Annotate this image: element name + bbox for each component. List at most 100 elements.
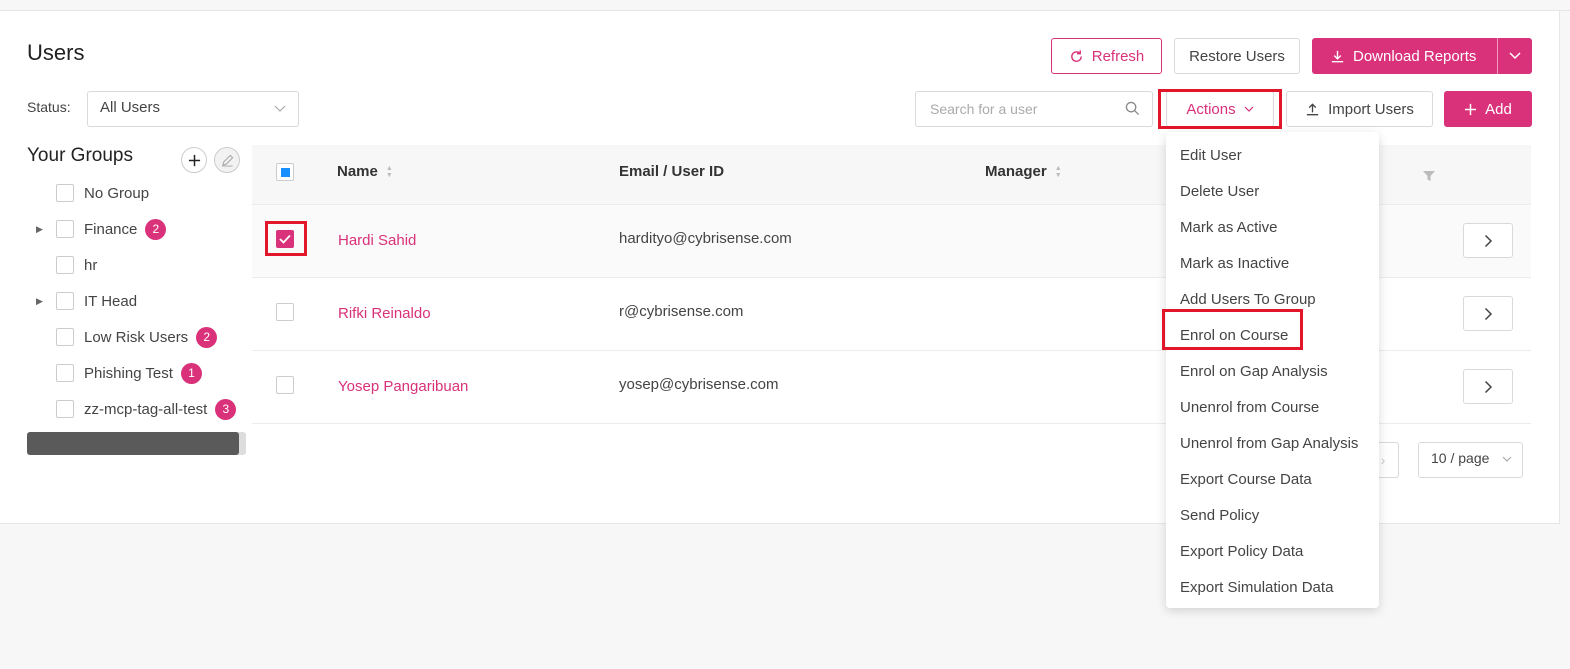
status-select-value: All Users [100,99,161,116]
add-group-button[interactable] [181,147,207,173]
page-size-select[interactable]: 10 / page [1418,442,1523,478]
top-bar [0,0,1570,11]
status-select[interactable]: All Users [87,91,299,127]
user-name-link[interactable]: Rifki Reinaldo [338,305,431,322]
group-checkbox[interactable] [56,220,74,238]
edit-group-button[interactable] [214,147,240,173]
add-user-button[interactable]: Add [1444,91,1532,127]
actions-highlight-box [1158,89,1282,129]
arrow-right-icon [1484,380,1492,393]
group-count-badge: 2 [145,218,167,240]
view-user-button[interactable] [1463,296,1513,331]
refresh-icon [1070,49,1082,62]
group-item[interactable]: ▶ IT Head [27,289,247,313]
page-title: Users [27,40,85,65]
refresh-label: Refresh [1091,47,1145,65]
group-label: zz-mcp-tag-all-test [84,400,208,418]
sort-icon[interactable]: ▲ ▼ [386,165,393,179]
user-email: r@cybrisense.com [619,303,744,320]
group-item[interactable]: Phishing Test 1 [27,361,247,385]
import-users-label: Import Users [1328,100,1414,118]
actions-menu-item[interactable]: Mark as Inactive [1166,246,1379,282]
actions-menu-item[interactable]: Send Policy [1166,498,1379,534]
download-reports-label: Download Reports [1353,47,1477,65]
user-name-link[interactable]: Hardi Sahid [338,232,416,249]
edit-icon [221,154,233,167]
chevron-down-icon [1509,52,1521,60]
arrow-right-icon [1484,234,1492,247]
name-column-label: Name [337,163,378,180]
search-input[interactable] [916,92,1106,126]
email-column-header: Email / User ID [619,163,724,180]
group-label: hr [84,256,98,274]
group-checkbox[interactable] [56,184,74,202]
filter-icon[interactable] [1423,169,1435,185]
group-checkbox[interactable] [56,364,74,382]
group-count-badge: 3 [215,398,237,420]
name-column-header[interactable]: Name ▲ ▼ [337,163,393,180]
search-box [915,91,1153,127]
group-checkbox[interactable] [56,256,74,274]
user-email: yosep@cybrisense.com [619,376,779,393]
group-checkbox[interactable] [56,328,74,346]
search-icon[interactable] [1125,101,1140,119]
download-icon [1331,50,1344,62]
group-item[interactable]: hr [27,253,247,277]
select-all-checkbox[interactable] [276,163,294,181]
row-checkbox-highlight-box [265,221,307,256]
row-checkbox[interactable] [276,303,294,321]
actions-menu-item[interactable]: Enrol on Gap Analysis [1166,354,1379,390]
page-size-value: 10 / page [1431,450,1490,466]
actions-menu-item[interactable]: Export Simulation Data [1166,570,1379,606]
add-label: Add [1485,100,1512,118]
actions-menu-item[interactable]: Delete User [1166,174,1379,210]
actions-menu-item[interactable]: Mark as Active [1166,210,1379,246]
group-label: Phishing Test [84,364,173,382]
actions-menu-item[interactable]: Export Policy Data [1166,534,1379,570]
group-checkbox[interactable] [56,292,74,310]
actions-menu-item[interactable]: Edit User [1166,138,1379,174]
caret-right-icon[interactable]: ▶ [36,224,46,235]
restore-users-button[interactable]: Restore Users [1174,38,1300,74]
plus-icon [188,154,200,166]
group-item[interactable]: Low Risk Users 2 [27,325,247,349]
group-checkbox[interactable] [56,400,74,418]
group-count-badge: 1 [180,362,202,384]
caret-right-icon[interactable]: ▶ [36,296,46,307]
refresh-button[interactable]: Refresh [1051,38,1162,74]
upload-icon [1306,102,1319,115]
groups-title: Your Groups [27,145,133,166]
import-users-button[interactable]: Import Users [1286,91,1433,127]
group-label: IT Head [84,292,138,310]
manager-column-header[interactable]: Manager ▲ ▼ [985,163,1062,180]
view-user-button[interactable] [1463,369,1513,404]
actions-menu-item[interactable]: Export Course Data [1166,462,1379,498]
actions-menu-item[interactable]: Unenrol from Gap Analysis [1166,426,1379,462]
plus-icon [1465,103,1477,115]
enrol-course-highlight-box [1162,309,1303,350]
download-dropdown-toggle[interactable] [1498,38,1532,74]
row-checkbox[interactable] [276,376,294,394]
email-column-label: Email / User ID [619,163,725,180]
actions-menu-item[interactable]: Unenrol from Course [1166,390,1379,426]
actions-dropdown-menu: Edit User Delete User Mark as Active Mark a… [1166,132,1379,608]
group-item[interactable]: No Group [27,181,247,205]
group-label: Finance [84,220,138,238]
group-item[interactable]: zz-mcp-tag-all-test 3 [27,397,247,421]
group-label: No Group [84,184,150,202]
status-label: Status: [27,99,71,115]
chevron-down-icon [274,102,286,116]
group-count-badge: 2 [196,326,218,348]
sort-icon[interactable]: ▲ ▼ [1055,165,1062,179]
user-email: hardityo@cybrisense.com [619,230,792,247]
groups-scrollbar[interactable] [27,432,246,455]
user-name-link[interactable]: Yosep Pangaribuan [338,378,468,395]
restore-users-label: Restore Users [1189,47,1285,65]
manager-column-label: Manager [985,163,1047,180]
group-label: Low Risk Users [84,328,189,346]
chevron-down-icon [1502,455,1512,466]
arrow-right-icon [1484,307,1492,320]
group-item[interactable]: ▶ Finance 2 [27,217,247,241]
groups-scrollbar-thumb[interactable] [27,432,239,455]
view-user-button[interactable] [1463,223,1513,258]
